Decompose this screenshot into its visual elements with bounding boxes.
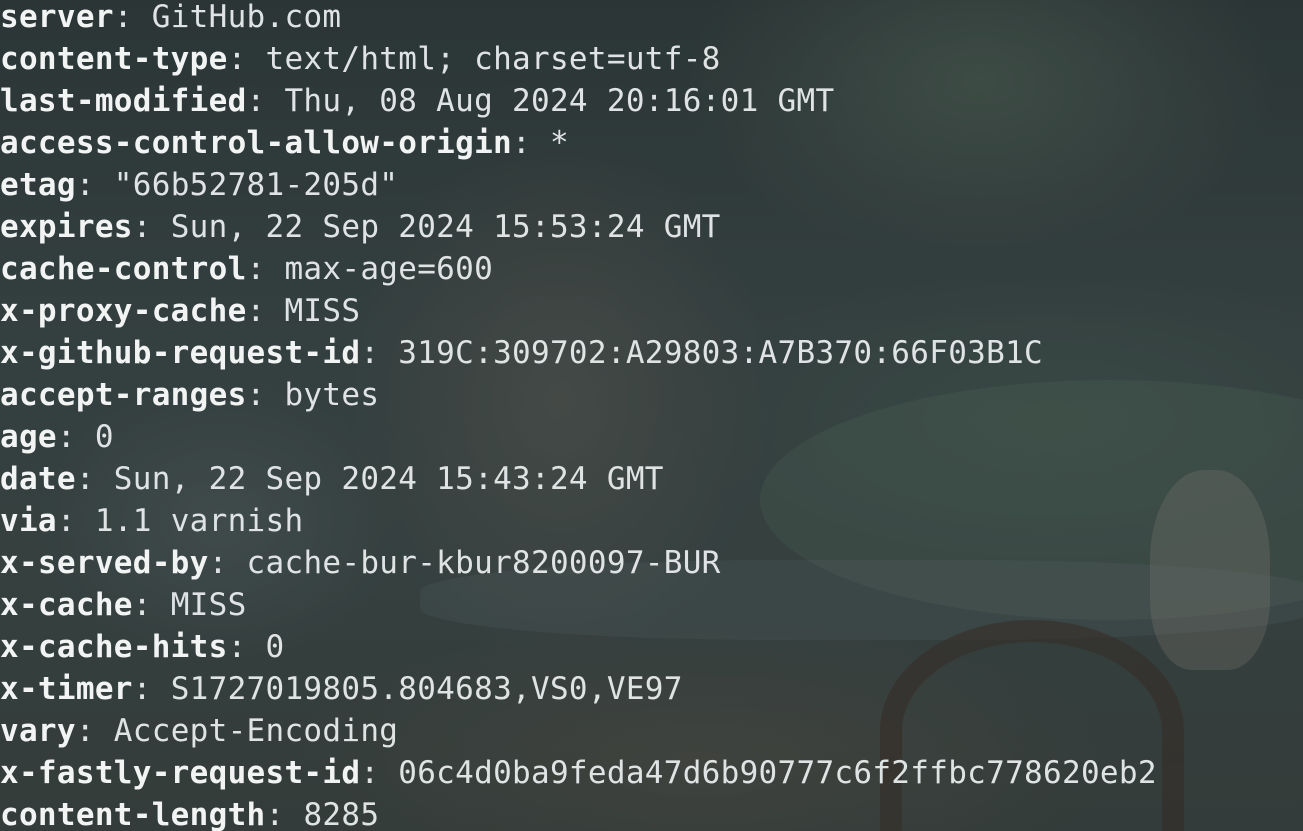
header-line: access-control-allow-origin: * bbox=[0, 122, 1157, 164]
header-value: 8285 bbox=[303, 797, 380, 831]
header-line: age: 0 bbox=[0, 416, 1157, 458]
header-separator: : bbox=[75, 167, 114, 203]
header-name: expires bbox=[0, 209, 133, 245]
header-value: bytes bbox=[284, 377, 380, 413]
header-separator: : bbox=[227, 629, 266, 665]
header-separator: : bbox=[132, 209, 171, 245]
header-line: expires: Sun, 22 Sep 2024 15:53:24 GMT bbox=[0, 206, 1157, 248]
header-value: MISS bbox=[284, 293, 361, 329]
header-value: text/html; charset=utf-8 bbox=[265, 41, 721, 77]
header-value: "66b52781-205d" bbox=[113, 167, 399, 203]
header-separator: : bbox=[75, 461, 114, 497]
header-value: Accept-Encoding bbox=[113, 713, 399, 749]
header-name: x-timer bbox=[0, 671, 133, 707]
header-line: cache-control: max-age=600 bbox=[0, 248, 1157, 290]
header-name: access-control-allow-origin bbox=[0, 125, 513, 161]
header-line: etag: "66b52781-205d" bbox=[0, 164, 1157, 206]
header-value: GitHub.com bbox=[151, 0, 342, 35]
header-name: x-github-request-id bbox=[0, 335, 361, 371]
header-separator: : bbox=[56, 503, 95, 539]
header-line: server: GitHub.com bbox=[0, 0, 1157, 38]
header-value: Sun, 22 Sep 2024 15:43:24 GMT bbox=[113, 461, 664, 497]
header-separator: : bbox=[360, 335, 399, 371]
header-value: 06c4d0ba9feda47d6b90777c6f2ffbc778620eb2 bbox=[398, 755, 1157, 791]
header-line: x-github-request-id: 319C:309702:A29803:… bbox=[0, 332, 1157, 374]
header-value: Sun, 22 Sep 2024 15:53:24 GMT bbox=[170, 209, 721, 245]
header-separator: : bbox=[512, 125, 550, 161]
header-name: vary bbox=[0, 713, 76, 749]
header-line: x-cache-hits: 0 bbox=[0, 626, 1157, 668]
header-name: etag bbox=[0, 167, 76, 203]
header-value: 0 bbox=[265, 629, 285, 665]
header-line: accept-ranges: bytes bbox=[0, 374, 1157, 416]
header-value: cache-bur-kbur8200097-BUR bbox=[246, 545, 721, 581]
header-line: x-cache: MISS bbox=[0, 584, 1157, 626]
header-value: 1.1 varnish bbox=[94, 503, 304, 539]
header-line: content-length: 8285 bbox=[0, 794, 1157, 831]
header-separator: : bbox=[246, 251, 285, 287]
header-value: max-age=600 bbox=[284, 251, 494, 287]
header-value: 319C:309702:A29803:A7B370:66F03B1C bbox=[398, 335, 1044, 371]
header-separator: : bbox=[246, 377, 285, 413]
header-separator: : bbox=[265, 797, 304, 831]
header-line: via: 1.1 varnish bbox=[0, 500, 1157, 542]
header-separator: : bbox=[227, 41, 266, 77]
header-line: x-proxy-cache: MISS bbox=[0, 290, 1157, 332]
header-line: date: Sun, 22 Sep 2024 15:43:24 GMT bbox=[0, 458, 1157, 500]
header-line: vary: Accept-Encoding bbox=[0, 710, 1157, 752]
header-separator: : bbox=[113, 0, 152, 35]
header-separator: : bbox=[360, 755, 399, 791]
header-separator: : bbox=[246, 83, 285, 119]
header-separator: : bbox=[56, 419, 95, 455]
header-name: accept-ranges bbox=[0, 377, 247, 413]
header-name: content-length bbox=[0, 797, 266, 831]
header-value: MISS bbox=[170, 587, 247, 623]
header-separator: : bbox=[75, 713, 114, 749]
header-line: last-modified: Thu, 08 Aug 2024 20:16:01… bbox=[0, 80, 1157, 122]
header-line: content-type: text/html; charset=utf-8 bbox=[0, 38, 1157, 80]
header-value: S1727019805.804683,VS0,VE97 bbox=[170, 671, 683, 707]
header-name: x-served-by bbox=[0, 545, 209, 581]
header-name: server bbox=[0, 0, 114, 35]
header-separator: : bbox=[132, 671, 171, 707]
header-name: age bbox=[0, 419, 57, 455]
header-name: date bbox=[0, 461, 76, 497]
header-value: * bbox=[549, 125, 569, 161]
header-name: x-cache-hits bbox=[0, 629, 228, 665]
terminal-output[interactable]: server: GitHub.com content-type: text/ht… bbox=[0, 0, 1157, 831]
header-name: x-cache bbox=[0, 587, 133, 623]
header-name: last-modified bbox=[0, 83, 247, 119]
header-name: via bbox=[0, 503, 57, 539]
header-name: x-fastly-request-id bbox=[0, 755, 361, 791]
header-name: cache-control bbox=[0, 251, 247, 287]
header-name: content-type bbox=[0, 41, 228, 77]
header-name: x-proxy-cache bbox=[0, 293, 247, 329]
header-separator: : bbox=[246, 293, 285, 329]
header-separator: : bbox=[132, 587, 171, 623]
header-value: 0 bbox=[94, 419, 114, 455]
header-line: x-fastly-request-id: 06c4d0ba9feda47d6b9… bbox=[0, 752, 1157, 794]
header-line: x-timer: S1727019805.804683,VS0,VE97 bbox=[0, 668, 1157, 710]
header-separator: : bbox=[208, 545, 247, 581]
header-value: Thu, 08 Aug 2024 20:16:01 GMT bbox=[284, 83, 835, 119]
header-line: x-served-by: cache-bur-kbur8200097-BUR bbox=[0, 542, 1157, 584]
